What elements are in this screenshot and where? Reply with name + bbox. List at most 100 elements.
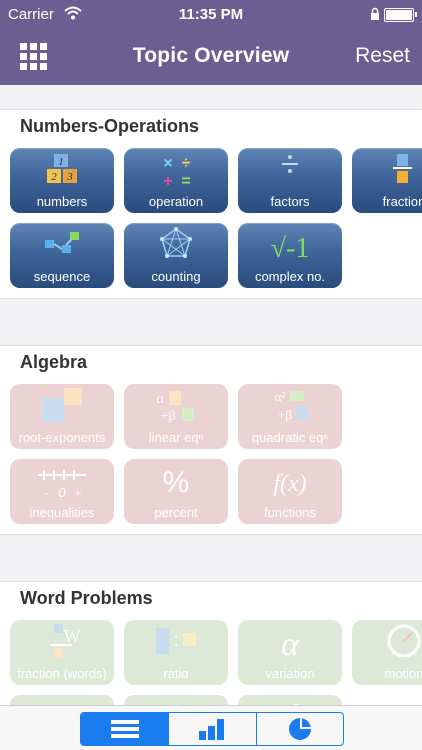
svg-text:+β: +β [278, 407, 292, 422]
tile-label: fraction (words) [17, 666, 107, 681]
numbers-icon: 1 2 3 [47, 154, 77, 183]
svg-text:%: % [163, 466, 190, 499]
svg-text:3: 3 [66, 171, 73, 183]
tile-label: percent [154, 505, 198, 520]
tile-quadratic-eq[interactable]: α² +β quadratic eqⁿ [238, 384, 342, 449]
svg-text:+β: +β [160, 409, 175, 424]
tile-label: inequalities [29, 505, 95, 520]
tile-percent[interactable]: % percent [124, 459, 228, 524]
inequalities-icon: - 0 + [38, 470, 86, 500]
tab-list[interactable] [81, 713, 168, 745]
svg-text:=: = [181, 173, 190, 190]
tab-bar [0, 705, 422, 750]
fraction-icon [393, 154, 412, 183]
svg-text:α: α [156, 392, 164, 407]
section-title: Algebra [20, 352, 88, 372]
functions-icon: f(x) [273, 471, 306, 497]
tile-label: linear eqⁿ [148, 430, 204, 445]
svg-text:÷: ÷ [182, 155, 191, 172]
tile-numbers[interactable]: 1 2 3 numbers [10, 148, 114, 213]
tile-factors[interactable]: factors [238, 148, 342, 213]
operation-icon: × ÷ + = [163, 155, 191, 190]
tile-ratio[interactable]: : ratio [124, 620, 228, 685]
svg-text:-: - [44, 486, 48, 500]
section-spacer [0, 299, 422, 346]
view-segmented-control [80, 712, 344, 746]
tile-label: fraction [382, 194, 422, 209]
reset-button[interactable]: Reset [355, 44, 410, 68]
tile-label: quadratic eqⁿ [251, 430, 329, 445]
motion-icon [387, 624, 421, 658]
quadratic-eq-icon: α² +β [275, 389, 308, 422]
variation-icon: α [281, 626, 300, 663]
tile-variation[interactable]: α variation [238, 620, 342, 685]
sequence-icon [45, 232, 79, 253]
fraction-words-icon: W [50, 624, 81, 658]
tile-counting[interactable]: counting [124, 223, 228, 288]
tile-people[interactable] [124, 695, 228, 705]
percent-icon: % [163, 466, 190, 499]
svg-text:√-1: √-1 [271, 233, 310, 264]
tile-label: variation [265, 666, 315, 681]
app-screen: Carrier 11:35 PM Topic Overview Reset Nu… [0, 0, 422, 750]
section-title: Numbers-Operations [20, 116, 200, 136]
bar-chart-icon [199, 719, 224, 740]
svg-text:W: W [64, 626, 81, 646]
tile-fraction[interactable]: fraction [352, 148, 422, 213]
section-numbers-operations: Numbers-Operations 1 2 3 numbers × ÷ + =… [0, 110, 422, 299]
tile-operation[interactable]: × ÷ + = operation [124, 148, 228, 213]
svg-text:+: + [163, 173, 172, 190]
svg-text:2: 2 [51, 171, 57, 183]
tile-sequence[interactable]: sequence [10, 223, 114, 288]
tile-label: numbers [36, 194, 88, 209]
status-bar: Carrier 11:35 PM [0, 0, 422, 30]
tab-bar-chart[interactable] [168, 713, 256, 745]
tile-linear-eq[interactable]: α +β linear eqⁿ [124, 384, 228, 449]
rotation-lock-icon [370, 7, 380, 21]
svg-text:×: × [163, 155, 172, 172]
tile-label: counting [151, 269, 201, 284]
tile-label: ratio [163, 666, 189, 681]
tile-label: root-exponents [18, 430, 106, 445]
tile-motion[interactable]: motion [352, 620, 422, 685]
svg-text:α: α [281, 626, 300, 663]
topic-list[interactable]: Numbers-Operations 1 2 3 numbers × ÷ + =… [0, 85, 422, 705]
tile-root-exponents[interactable]: root-exponents [10, 384, 114, 449]
section-spacer [0, 85, 422, 110]
tile-inequalities[interactable]: - 0 + inequalities [10, 459, 114, 524]
linear-eq-icon: α +β [156, 391, 194, 424]
svg-text:α²: α² [275, 389, 286, 404]
tile-group[interactable] [238, 695, 342, 705]
complex-icon: √-1 [271, 233, 310, 264]
tile-label: functions [263, 505, 317, 520]
battery-icon [384, 8, 417, 22]
tab-pie-chart[interactable] [256, 713, 343, 745]
gears-icon [10, 695, 114, 705]
svg-text::: : [173, 630, 178, 650]
section-title: Word Problems [20, 588, 153, 608]
ratio-icon: : [156, 628, 196, 654]
svg-text:0: 0 [58, 485, 66, 500]
svg-text:1: 1 [58, 156, 64, 168]
tile-functions[interactable]: f(x) functions [238, 459, 342, 524]
list-icon [111, 720, 139, 738]
section-word-problems: Word Problems W fraction (words) : ratio… [0, 582, 422, 705]
tile-label: motion [384, 666, 422, 681]
counting-icon [160, 227, 192, 258]
tile-fraction-words[interactable]: W fraction (words) [10, 620, 114, 685]
factors-icon [282, 155, 298, 173]
tile-complex-no[interactable]: √-1 complex no. [238, 223, 342, 288]
nav-bar: Topic Overview Reset [0, 30, 422, 85]
svg-text:f(x): f(x) [273, 471, 306, 497]
tile-label: operation [148, 194, 204, 209]
root-exponents-icon [42, 388, 82, 422]
group-icon [293, 704, 299, 705]
pie-chart-icon [289, 718, 311, 740]
status-time: 11:35 PM [178, 6, 244, 23]
tile-label: factors [270, 194, 310, 209]
tile-label: sequence [33, 269, 91, 284]
svg-text:+: + [74, 486, 81, 500]
tile-label: complex no. [254, 269, 326, 284]
tile-gears[interactable] [10, 695, 114, 705]
people-icon [179, 704, 185, 705]
